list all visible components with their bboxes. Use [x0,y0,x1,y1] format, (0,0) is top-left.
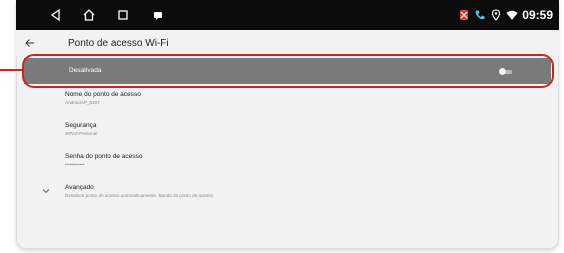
annotation-pointer-line [0,69,23,71]
setting-title: Nome do ponto de acesso [65,91,141,98]
status-indicators: 09:59 [458,7,553,23]
app-bar: Ponto de acesso Wi-Fi [16,30,559,56]
back-triangle-icon[interactable] [48,7,64,23]
wifi-icon [506,9,518,21]
call-icon [474,9,486,21]
setting-summary: Desativar ponto de acesso automaticament… [65,193,214,198]
setting-title: Senha do ponto de acesso [65,153,143,160]
recents-square-icon[interactable] [115,7,131,23]
home-icon[interactable] [81,7,97,23]
highlight-annotation [22,54,554,88]
location-icon [490,9,502,21]
setting-summary: •••••••••••• [65,162,85,167]
device-screen: 09:59 Ponto de acesso Wi-Fi Desativada N… [16,0,559,249]
chevron-down-icon[interactable] [42,188,50,194]
setting-hotspot-name[interactable]: Nome do ponto de acesso AndroidAP_8207 [65,91,141,106]
setting-title: Segurança [65,122,97,129]
status-time: 09:59 [522,8,553,22]
arrow-back-icon[interactable] [24,37,36,49]
setting-summary: AndroidAP_8207 [65,100,100,105]
no-sim-icon [458,9,470,21]
status-bar: 09:59 [16,0,559,30]
notification-icon [150,7,166,23]
page-title: Ponto de acesso Wi-Fi [68,38,169,49]
setting-advanced[interactable]: Avançado Desativar ponto de acesso autom… [65,184,213,199]
setting-hotspot-password[interactable]: Senha do ponto de acesso •••••••••••• [65,153,142,168]
setting-security[interactable]: Segurança WPA2-Personal [65,122,97,137]
setting-title: Avançado [65,184,94,191]
setting-summary: WPA2-Personal [65,131,98,136]
